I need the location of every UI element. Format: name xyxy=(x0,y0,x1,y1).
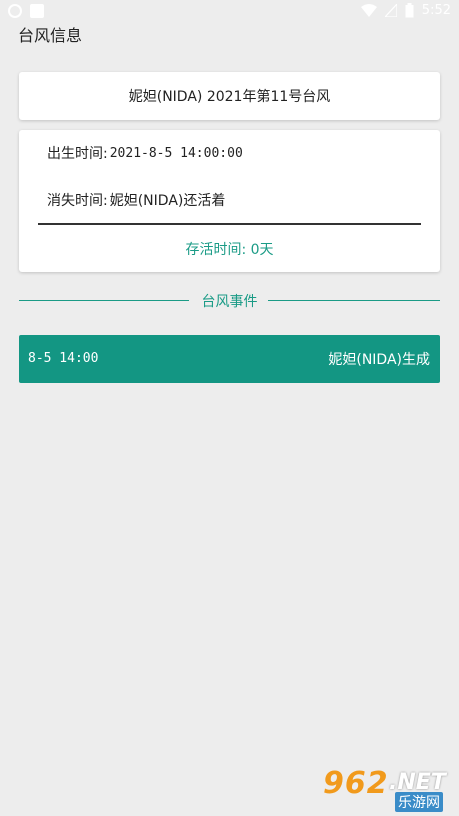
square-icon xyxy=(30,4,44,18)
birth-label: 出生时间: xyxy=(47,146,108,162)
status-time: 5:52 xyxy=(421,3,451,18)
event-time: 8-5 14:00 xyxy=(28,351,99,366)
wifi-icon xyxy=(360,4,377,17)
status-right: 5:52 xyxy=(360,3,451,18)
survive-time: 存活时间: 0天 xyxy=(185,242,274,258)
death-value: 妮妲(NIDA)还活着 xyxy=(109,193,226,209)
watermark-logo: 962 .NET 乐游网 xyxy=(319,766,453,812)
status-bar: 5:52 xyxy=(0,0,459,24)
birth-value: 2021-8-5 14:00:00 xyxy=(109,145,243,161)
event-row[interactable]: 8-5 14:00 妮妲(NIDA)生成 xyxy=(19,335,440,383)
divider-right xyxy=(268,300,440,301)
birth-row: 出生时间: 2021-8-5 14:00:00 xyxy=(47,143,243,163)
status-left xyxy=(8,4,44,18)
death-row: 消失时间: 妮妲(NIDA)还活着 xyxy=(47,190,225,210)
event-description: 妮妲(NIDA)生成 xyxy=(328,352,430,368)
screen: 5:52 台风信息 妮妲(NIDA) 2021年第11号台风 出生时间: 202… xyxy=(0,0,459,816)
watermark-site-name: 乐游网 xyxy=(395,792,443,812)
typhoon-info-card: 出生时间: 2021-8-5 14:00:00 消失时间: 妮妲(NIDA)还活… xyxy=(19,130,440,272)
events-section-label: 台风事件 xyxy=(201,294,258,310)
info-divider xyxy=(38,223,421,225)
watermark-number: 962 xyxy=(323,766,389,801)
events-section-header: 台风事件 xyxy=(19,290,440,312)
death-label: 消失时间: xyxy=(47,193,108,209)
signal-icon xyxy=(384,4,397,17)
battery-icon xyxy=(405,3,414,18)
notification-icon xyxy=(8,4,22,18)
page-title: 台风信息 xyxy=(18,26,83,45)
typhoon-name-card: 妮妲(NIDA) 2021年第11号台风 xyxy=(19,72,440,120)
typhoon-name: 妮妲(NIDA) 2021年第11号台风 xyxy=(128,89,331,105)
